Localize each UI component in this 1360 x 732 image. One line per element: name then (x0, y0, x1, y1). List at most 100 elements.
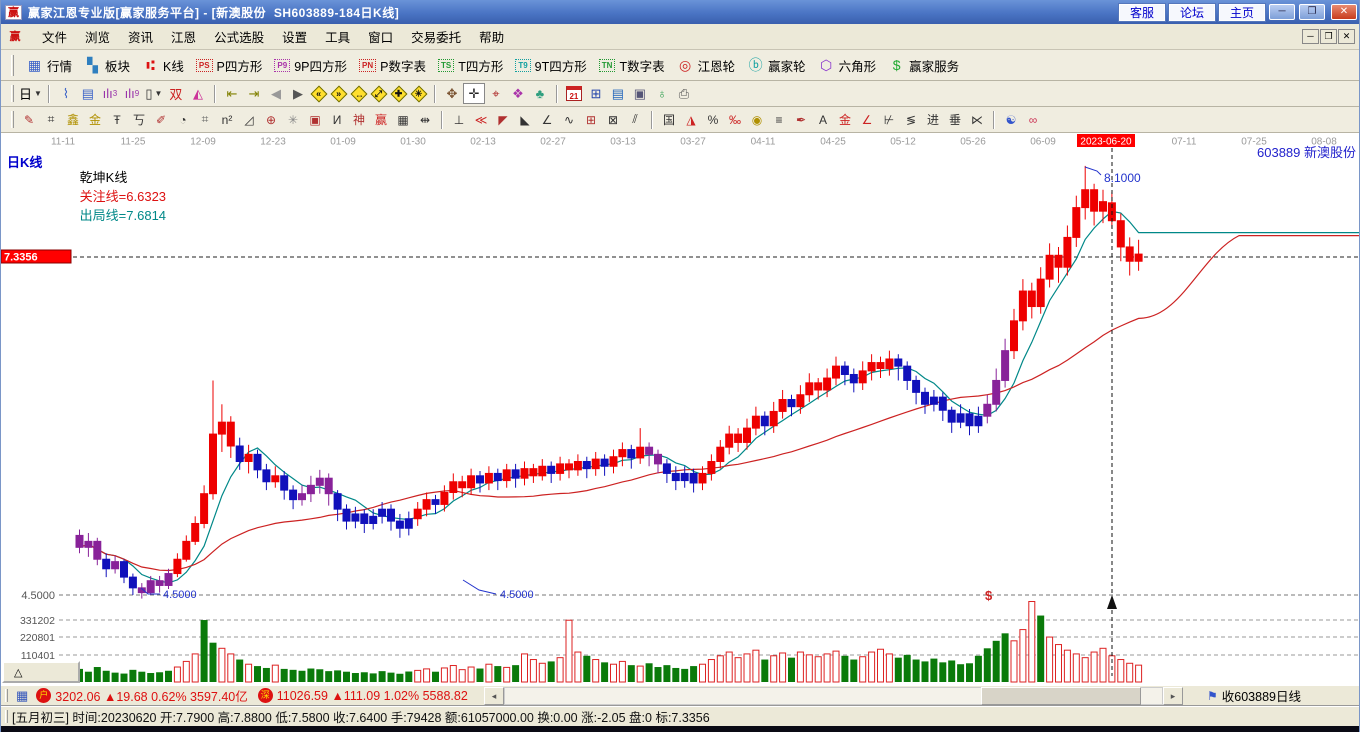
fan-box-2-icon[interactable]: ◣ (514, 109, 536, 130)
win-grid-icon[interactable]: 赢 (370, 109, 392, 130)
infinity-icon[interactable]: ∞ (1022, 109, 1044, 130)
toolbar-button-9T四方形[interactable]: T99T四方形 (509, 54, 592, 77)
rect-grid-icon[interactable]: ⊞ (580, 109, 602, 130)
scroll-left-button[interactable]: ◂ (484, 687, 504, 705)
menu-item-0[interactable]: 文件 (33, 24, 76, 49)
span-arrows-icon[interactable]: ⇹ (414, 109, 436, 130)
toolbar-grip[interactable] (11, 55, 14, 76)
mdi-restore-button[interactable]: ❐ (1320, 29, 1337, 44)
calendar-icon[interactable]: 21 (563, 83, 585, 104)
box-circle-icon[interactable]: ▣ (304, 109, 326, 130)
forum-button[interactable]: 论坛 (1169, 4, 1215, 21)
spiral-grid-icon[interactable]: 丂 (128, 109, 150, 130)
gann-circle-icon[interactable]: ⊕ (260, 109, 282, 130)
wave-chart-icon[interactable]: ⌇ (55, 83, 77, 104)
support-icon[interactable]: ⊥ (448, 109, 470, 130)
toolbar-button-P数字表[interactable]: PNP数字表 (353, 54, 432, 77)
cross-lines-icon[interactable]: ≶ (900, 109, 922, 130)
customer-service-button[interactable]: 客服 (1119, 4, 1165, 21)
gann-diamond-star[interactable]: ✳ (410, 85, 427, 102)
first-bar-icon[interactable]: ⇤ (221, 83, 243, 104)
gann-diamond-diag[interactable]: ⤢ (370, 85, 387, 102)
gold-levels-icon[interactable]: 金 (834, 109, 856, 130)
f-grid-icon[interactable]: Ŧ (106, 109, 128, 130)
zigzag-icon[interactable]: ∿ (558, 109, 580, 130)
last-bar-icon[interactable]: ⇥ (243, 83, 265, 104)
candlestick-chart[interactable]: 3312022208011104014.500011-1111-2512-091… (1, 133, 1360, 685)
toolbar-button-行情[interactable]: ▦行情 (20, 54, 78, 77)
gann-diamond-expand[interactable]: ↔ (350, 85, 367, 102)
permille-icon[interactable]: ‰ (724, 109, 746, 130)
menu-item-2[interactable]: 资讯 (119, 24, 162, 49)
advance-lines-icon[interactable]: 进 (922, 109, 944, 130)
toolbar-button-赢家服务[interactable]: $赢家服务 (882, 54, 965, 77)
quote-grid-icon[interactable]: ▦ (16, 688, 28, 704)
toolbar-button-P四方形[interactable]: PSP四方形 (190, 54, 269, 77)
gold-circle-icon[interactable]: ◉ (746, 109, 768, 130)
a-lines-icon[interactable]: A (812, 109, 834, 130)
home-button[interactable]: 主页 (1219, 4, 1265, 21)
menu-item-3[interactable]: 江恩 (162, 24, 205, 49)
prev-bar-icon[interactable]: ◀ (265, 83, 287, 104)
time-circle-icon[interactable]: ◔ (172, 109, 194, 130)
percent-icon[interactable]: % (702, 109, 724, 130)
menu-item-1[interactable]: 浏览 (76, 24, 119, 49)
kline-period-label[interactable]: 日K线 (7, 152, 42, 171)
square-n-icon[interactable]: n² (216, 109, 238, 130)
color-chart-icon[interactable]: ◭ (187, 83, 209, 104)
mdi-close-button[interactable]: ✕ (1338, 29, 1355, 44)
pattern-tool-icon[interactable]: ♣ (529, 83, 551, 104)
notes-icon[interactable]: ▤ (607, 83, 629, 104)
levels-icon[interactable]: ≡ (768, 109, 790, 130)
red-angle-icon[interactable]: ∠ (856, 109, 878, 130)
wedge-icon[interactable]: ⋉ (966, 109, 988, 130)
gann-diamond-left[interactable]: « (310, 85, 327, 102)
pen-ruler-icon[interactable]: ✐ (150, 109, 172, 130)
next-bar-icon[interactable]: ▶ (287, 83, 309, 104)
print-icon[interactable]: ⎙ (673, 83, 695, 104)
mdi-minimize-button[interactable]: ─ (1302, 29, 1319, 44)
dual-chart-icon[interactable]: 双 (165, 83, 187, 104)
table-grid-icon[interactable]: ▦ (392, 109, 414, 130)
grid-icon[interactable]: ⌗ (40, 109, 62, 130)
fan-lines-icon[interactable]: ≪ (470, 109, 492, 130)
crosshair-tool-icon[interactable]: ✛ (463, 83, 485, 104)
restore-button[interactable]: ❐ (1299, 4, 1325, 20)
vertical-lines-icon[interactable]: 垂 (944, 109, 966, 130)
parallel-lines-icon[interactable]: ⫽ (624, 109, 646, 130)
angle-icon[interactable]: ◿ (238, 109, 260, 130)
info-doc-icon[interactable]: ▤ (77, 83, 99, 104)
menu-item-4[interactable]: 公式选股 (205, 24, 273, 49)
grid-2-icon[interactable]: ⌗ (194, 109, 216, 130)
toolbar-grip[interactable] (11, 85, 14, 103)
toolbar-button-T数字表[interactable]: TNT数字表 (593, 54, 671, 77)
menu-item-6[interactable]: 工具 (316, 24, 359, 49)
toolbar-button-江恩轮[interactable]: ◎江恩轮 (671, 54, 742, 77)
toolbar-button-赢家轮[interactable]: ⓑ赢家轮 (741, 53, 812, 77)
volume-pane-toggle-button[interactable]: △ (2, 661, 80, 683)
scrollbar-thumb[interactable] (981, 687, 1141, 705)
taiji-icon[interactable]: ☯ (1000, 109, 1022, 130)
toolbar-button-9P四方形[interactable]: P99P四方形 (268, 54, 353, 77)
candle-style-dropdown[interactable]: ▯▼ (143, 83, 165, 104)
toolbar-button-T四方形[interactable]: TST四方形 (432, 54, 509, 77)
toolbar-button-六角形[interactable]: ⬡六角形 (812, 54, 883, 77)
toolbar-grip[interactable] (11, 111, 14, 129)
minimize-button[interactable]: ─ (1269, 4, 1295, 20)
hand-tool-icon[interactable]: ✥ (441, 83, 463, 104)
toolbar-button-K线[interactable]: ⑆K线 (136, 54, 190, 77)
gann-diamond-right[interactable]: » (330, 85, 347, 102)
bars-3-icon[interactable]: ılı3 (99, 83, 121, 104)
menu-item-9[interactable]: 帮助 (470, 24, 513, 49)
gold-grid-2-icon[interactable]: 金 (84, 109, 106, 130)
blocks-tool-icon[interactable]: ❖ (507, 83, 529, 104)
trend-angle-icon[interactable]: ∠ (536, 109, 558, 130)
bars-9-icon[interactable]: ılı9 (121, 83, 143, 104)
gann-diamond-cross[interactable]: ✚ (390, 85, 407, 102)
export-icon[interactable]: ♁ (651, 83, 673, 104)
price-table-icon[interactable]: 国 (658, 109, 680, 130)
menu-item-5[interactable]: 设置 (273, 24, 316, 49)
gold-grid-1-icon[interactable]: 鑫 (62, 109, 84, 130)
f-angle-icon[interactable]: ⊬ (878, 109, 900, 130)
menu-item-7[interactable]: 窗口 (359, 24, 402, 49)
